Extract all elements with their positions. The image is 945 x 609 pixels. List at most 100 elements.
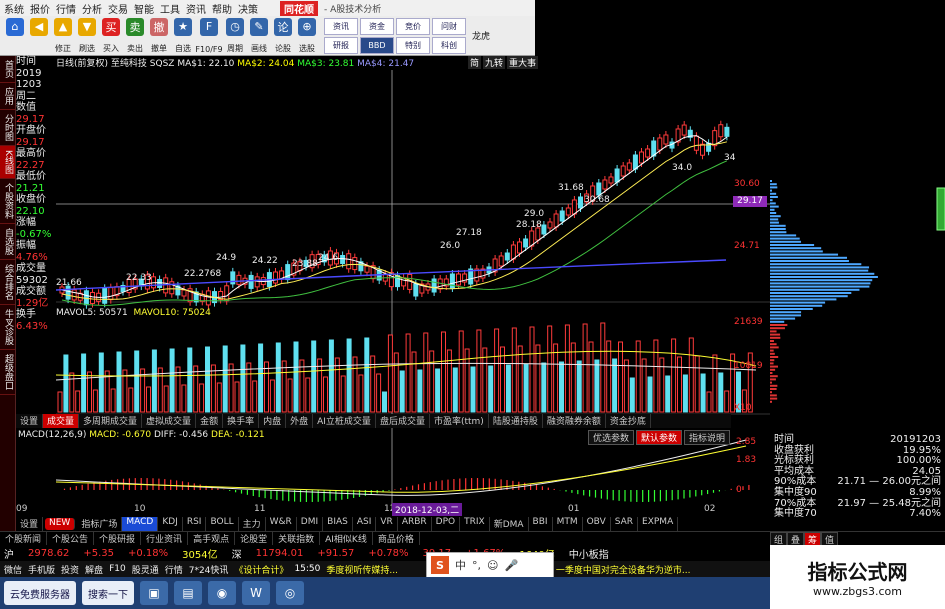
- volume-tab[interactable]: 融资融券余额: [543, 414, 606, 428]
- toolbar-button[interactable]: ◷ 周期: [224, 17, 246, 54]
- toolbar-button[interactable]: ✎ 画线: [248, 17, 270, 54]
- indicator-tab[interactable]: BOLL: [206, 517, 239, 531]
- indicator-tab[interactable]: 指标广场: [77, 517, 123, 531]
- nav-tab[interactable]: 超级盘口: [0, 350, 15, 395]
- quick-button[interactable]: 科创: [432, 36, 466, 54]
- indicator-tab[interactable]: NEW: [45, 518, 76, 530]
- indicator-tab[interactable]: BIAS: [323, 517, 353, 531]
- status-link[interactable]: 7*24快讯: [189, 563, 229, 576]
- menu-item[interactable]: 交易: [108, 1, 128, 16]
- toolbar-button[interactable]: ▼ 刷选: [76, 17, 98, 54]
- taskbar-app2-icon[interactable]: ◎: [276, 581, 304, 605]
- status-link[interactable]: F10: [109, 564, 126, 574]
- volume-tab[interactable]: 金额: [196, 414, 224, 428]
- indicator-tab[interactable]: 主力: [239, 517, 266, 531]
- indicator-tab[interactable]: TRIX: [460, 517, 490, 531]
- info-page-tab[interactable]: 个股公告: [47, 532, 95, 545]
- news-item[interactable]: 《设计合计》: [234, 563, 288, 576]
- menu-item[interactable]: 决策: [238, 1, 258, 16]
- indicator-tab[interactable]: BBI: [529, 517, 553, 531]
- quick-button[interactable]: 资金: [360, 17, 394, 35]
- menu-item[interactable]: 分析: [82, 1, 102, 16]
- toolbar-button[interactable]: 卖卖出: [124, 17, 146, 54]
- chart-option-button[interactable]: 重大事: [507, 56, 539, 69]
- taskbar-word-icon[interactable]: W: [242, 581, 270, 605]
- quick-button[interactable]: 资讯: [324, 17, 358, 35]
- indicator-tab[interactable]: DPO: [432, 517, 461, 531]
- indicator-tab[interactable]: OBV: [583, 517, 611, 531]
- indicator-tab[interactable]: W&R: [266, 517, 297, 531]
- menu-item[interactable]: 报价: [30, 1, 50, 16]
- indicator-tab[interactable]: MTM: [553, 517, 583, 531]
- volume-tab[interactable]: 陆股通持股: [489, 414, 543, 428]
- quick-button[interactable]: 研报: [324, 36, 358, 54]
- nav-tab[interactable]: 分时图: [0, 110, 15, 146]
- taskbar-browser-icon[interactable]: ◉: [208, 581, 236, 605]
- volume-tab[interactable]: 外盘: [286, 414, 314, 428]
- menu-item[interactable]: 智能: [134, 1, 154, 16]
- news-item[interactable]: 季度视听传媒持...: [326, 563, 398, 576]
- nav-tab[interactable]: K线图: [0, 146, 15, 179]
- status-link[interactable]: 投资: [61, 563, 79, 576]
- status-link[interactable]: 微信: [4, 563, 22, 576]
- info-page-tab[interactable]: 个股新闻: [0, 532, 48, 545]
- menu-item[interactable]: 帮助: [212, 1, 232, 16]
- toolbar-button[interactable]: ⌂: [4, 17, 26, 54]
- macd-param-tab[interactable]: 指标说明: [684, 430, 731, 445]
- volume-tab[interactable]: 成交量: [43, 414, 80, 428]
- toolbar-button[interactable]: ★ 自选: [172, 17, 194, 54]
- toolbar-button[interactable]: 买买入: [100, 17, 122, 54]
- ime-toolbar[interactable]: S 中 °, ☺ 🎤: [426, 552, 554, 578]
- volume-tab[interactable]: AI立桩成交量: [313, 414, 376, 428]
- menu-item[interactable]: 系统: [4, 1, 24, 16]
- macd-param-tab[interactable]: 优选参数: [588, 430, 635, 445]
- news-item[interactable]: 一季度中国对完全设备华为逆市...: [556, 563, 691, 576]
- info-page-tab[interactable]: 高手观点: [188, 532, 236, 545]
- volume-tab[interactable]: 换手率: [223, 414, 260, 428]
- chip-scrollbar[interactable]: [936, 187, 945, 231]
- info-page-tab[interactable]: 关联指数: [273, 532, 321, 545]
- info-page-tab[interactable]: 商品价格: [373, 532, 420, 545]
- ime-emoji-icon[interactable]: ☺: [487, 559, 498, 572]
- ime-mic-icon[interactable]: 🎤: [504, 559, 518, 572]
- menu-item[interactable]: 工具: [160, 1, 180, 16]
- info-page-tab[interactable]: 论股堂: [235, 532, 274, 545]
- chart-option-button[interactable]: 九转: [483, 56, 506, 69]
- chart-option-button[interactable]: 简: [468, 56, 482, 69]
- indicator-tab[interactable]: DMI: [297, 517, 324, 531]
- nav-tab[interactable]: 综合排名: [0, 260, 15, 305]
- quick-button[interactable]: BBD: [360, 36, 394, 54]
- menu-item[interactable]: 资讯: [186, 1, 206, 16]
- volume-tab[interactable]: 盘后成交量: [376, 414, 430, 428]
- info-page-tab[interactable]: 个股研报: [94, 532, 142, 545]
- toolbar-button[interactable]: 撤撤单: [148, 17, 170, 54]
- macd-param-tab[interactable]: 默认参数: [636, 430, 683, 445]
- volume-tab[interactable]: 虚拟成交量: [142, 414, 197, 428]
- status-link[interactable]: 解盘: [85, 563, 103, 576]
- taskbar-app-icon[interactable]: ▣: [140, 581, 168, 605]
- indicator-tab[interactable]: KDJ: [158, 517, 183, 531]
- indicator-tab[interactable]: 设置: [16, 517, 44, 531]
- info-page-tab[interactable]: 行业资讯: [141, 532, 189, 545]
- status-link[interactable]: 手机版: [28, 563, 55, 576]
- info-page-tab[interactable]: AI相似K线: [320, 532, 373, 545]
- ime-mode[interactable]: 中: [455, 557, 466, 573]
- search-button[interactable]: 搜索一下: [82, 581, 134, 605]
- nav-tab[interactable]: 首页: [0, 56, 15, 83]
- toolbar-button[interactable]: ◀: [28, 17, 50, 54]
- taskbar-folder-icon[interactable]: ▤: [174, 581, 202, 605]
- indicator-tab[interactable]: ARBR: [398, 517, 432, 531]
- nav-tab[interactable]: 牛叉诊股: [0, 305, 15, 350]
- chip-distribution-chart[interactable]: [770, 140, 945, 435]
- status-link[interactable]: 行情: [165, 563, 183, 576]
- volume-tab[interactable]: 内盘: [259, 414, 287, 428]
- volume-tab[interactable]: 资金抄底: [606, 414, 651, 428]
- indicator-tab[interactable]: 新DMA: [490, 517, 529, 531]
- chart-period[interactable]: 日线(前复权): [56, 59, 108, 69]
- indicator-tab[interactable]: VR: [376, 517, 398, 531]
- indicator-tab[interactable]: MACD: [122, 517, 159, 531]
- quick-button[interactable]: 特别: [396, 36, 430, 54]
- indicator-tab[interactable]: SAR: [611, 517, 639, 531]
- nav-tab[interactable]: 个股资料: [0, 179, 15, 224]
- quick-button[interactable]: 问财: [432, 17, 466, 35]
